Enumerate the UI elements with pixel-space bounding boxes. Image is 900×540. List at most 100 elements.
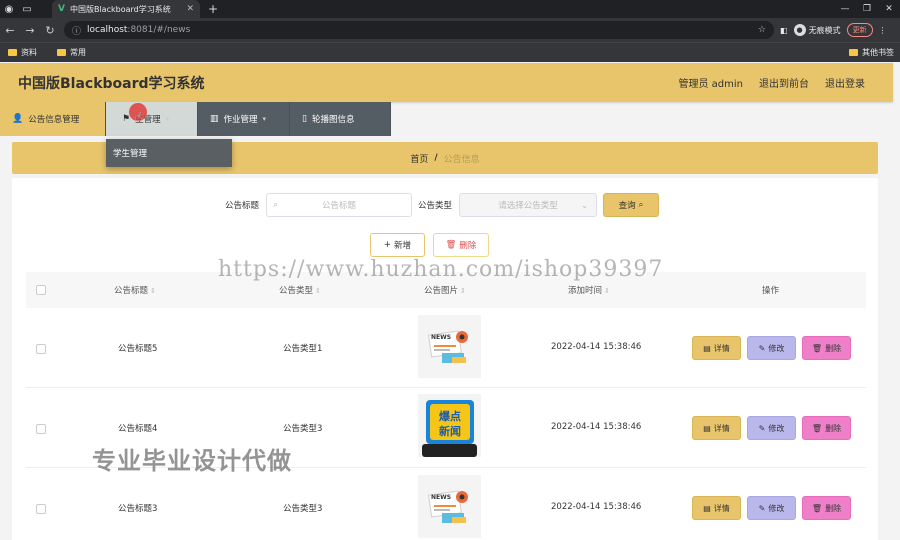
select-all-checkbox[interactable] — [36, 285, 46, 295]
dropdown-item-student-manage[interactable]: 学生管理 — [106, 139, 232, 167]
tab-list-icon[interactable]: ▭ — [18, 0, 36, 18]
news-thumbnail: NEWS — [418, 475, 481, 538]
title-filter-label: 公告标题 — [225, 201, 260, 211]
breadcrumb-home[interactable]: 首页 — [410, 152, 428, 165]
app-title: 中国版Blackboard学习系统 — [18, 75, 205, 92]
type-select-placeholder: 请选择公告类型 — [498, 201, 558, 211]
bookmark-star-icon[interactable]: ☆ — [758, 25, 766, 35]
delete-button[interactable]: 🗑 删除 — [802, 416, 851, 440]
address-bar[interactable]: ⓘ localhost:8081/#/news ☆ — [64, 21, 774, 39]
type-select[interactable]: 请选择公告类型 ⌄ — [459, 193, 597, 217]
news-thumbnail: NEWS — [418, 315, 481, 378]
exit-to-front-link[interactable]: 退出到前台 — [759, 75, 809, 90]
delete-button[interactable]: 🗑 删除 — [802, 336, 851, 360]
browser-toolbar: ← → ↻ ⓘ localhost:8081/#/news ☆ ◧ ● 无痕模式… — [0, 18, 900, 42]
edit-button[interactable]: ✎ 修改 — [747, 336, 796, 360]
new-tab-icon[interactable]: + — [208, 0, 218, 18]
user-icon: 👤 — [12, 114, 24, 124]
sort-icon: ⇕ — [460, 287, 466, 295]
doc-icon: ▤ — [703, 423, 711, 433]
other-bookmarks[interactable]: 其他书签 — [849, 47, 894, 58]
news-clip-image: NEWS — [418, 475, 481, 538]
hand-cursor-icon: ☝ — [135, 110, 143, 124]
back-icon[interactable]: ← — [0, 24, 20, 37]
nav-item-carousel[interactable]: ▯ 轮播图信息 — [290, 102, 391, 136]
nav-item-student[interactable]: ⚑ 生管理 ▾ ☝ — [106, 102, 198, 136]
row-checkbox[interactable] — [36, 504, 46, 514]
content-panel: 公告标题 ⌕ 公告标题 公告类型 请选择公告类型 ⌄ 查询 ⌕ + 新增 🗑 删… — [12, 178, 878, 540]
maximize-icon[interactable]: ❐ — [856, 0, 878, 18]
chevron-down-icon: ⌄ — [581, 200, 588, 210]
incognito-label: 无痕模式 — [808, 25, 841, 35]
col-image[interactable]: 公告图片 ⇕ — [424, 284, 466, 296]
col-ops: 操作 — [762, 286, 780, 296]
incognito-indicator[interactable]: ● 无痕模式 — [793, 24, 841, 36]
folder-icon — [57, 49, 66, 56]
pencil-icon: ✎ — [758, 343, 766, 353]
site-info-icon[interactable]: ⓘ — [72, 24, 81, 37]
update-button[interactable]: 更新 — [846, 23, 873, 37]
delete-button[interactable]: 🗑 删除 — [802, 496, 851, 520]
query-button[interactable]: 查询 ⌕ — [603, 193, 659, 217]
search-form: 公告标题 ⌕ 公告标题 公告类型 请选择公告类型 ⌄ 查询 ⌕ — [12, 193, 878, 217]
browser-tabbar: ◉ ▭ V 中国版Blackboard学习系统 ✕ + — ❐ ✕ — [0, 0, 900, 18]
row-title: 公告标题3 — [118, 504, 158, 514]
main-nav: 👤 公告信息管理 ⚑ 生管理 ▾ ☝ ▥ 作业管理 ▾ ▯ 轮播图信息 — [0, 102, 391, 136]
detail-button[interactable]: ▤ 详情 — [692, 336, 741, 360]
title-search-input[interactable]: ⌕ 公告标题 — [266, 193, 412, 217]
nav-item-homework[interactable]: ▥ 作业管理 ▾ — [198, 102, 290, 136]
table-row: 公告标题5 公告类型1 NEWS 2022-04-14 15:38:46 ▤ 详情… — [26, 308, 866, 388]
doc-icon: ▤ — [703, 343, 711, 353]
current-user: 管理员 admin — [678, 79, 743, 90]
row-type: 公告类型1 — [283, 344, 323, 354]
row-title: 公告标题5 — [118, 344, 158, 354]
watermark-url: https://www.huzhan.com/ishop39397 — [218, 257, 664, 282]
chevron-down-icon: ▾ — [165, 115, 170, 123]
forward-icon[interactable]: → — [20, 24, 40, 37]
bookmark-folder-2[interactable]: 常用 — [57, 47, 86, 58]
browser-globe-icon[interactable]: ◉ — [0, 0, 18, 18]
search-icon: ⌕ — [638, 200, 644, 210]
svg-text:新闻: 新闻 — [439, 424, 461, 438]
bookmark-folder-1[interactable]: 资料 — [8, 47, 37, 58]
folder-icon — [8, 49, 17, 56]
close-window-icon[interactable]: ✕ — [878, 0, 900, 18]
minimize-icon[interactable]: — — [834, 0, 856, 18]
row-checkbox[interactable] — [36, 424, 46, 434]
svg-text:NEWS: NEWS — [431, 494, 451, 501]
edit-button[interactable]: ✎ 修改 — [747, 416, 796, 440]
window-controls: — ❐ ✕ — [834, 0, 900, 18]
sort-icon: ⇕ — [150, 287, 156, 295]
vue-logo-icon: V — [58, 4, 65, 14]
trash-icon: 🗑 — [811, 343, 823, 353]
chart-icon: ▥ — [210, 114, 219, 124]
folder-icon — [849, 49, 858, 56]
row-type: 公告类型3 — [283, 424, 323, 434]
close-tab-icon[interactable]: ✕ — [186, 4, 194, 14]
col-type[interactable]: 公告类型 ⇕ — [279, 284, 321, 296]
detail-button[interactable]: ▤ 详情 — [692, 416, 741, 440]
sort-icon: ⇕ — [315, 287, 321, 295]
title-search-placeholder: 公告标题 — [321, 201, 356, 211]
toolbar-right: ◧ ● 无痕模式 更新 ⋮ — [780, 21, 887, 39]
col-title[interactable]: 公告标题 ⇕ — [114, 284, 156, 296]
edit-button[interactable]: ✎ 修改 — [747, 496, 796, 520]
trash-icon: 🗑 — [811, 503, 823, 513]
sort-icon: ⇕ — [604, 287, 610, 295]
table-row: 公告标题3 公告类型3 NEWS 2022-04-14 15:38:46 ▤ 详情… — [26, 468, 866, 540]
sidepanel-icon[interactable]: ◧ — [780, 26, 788, 35]
nav-item-notice[interactable]: 👤 公告信息管理 — [0, 102, 106, 136]
breadcrumb-current: 公告信息 — [443, 154, 480, 165]
batch-delete-button[interactable]: 🗑 删除 — [433, 233, 489, 257]
svg-text:NEWS: NEWS — [431, 334, 451, 341]
detail-button[interactable]: ▤ 详情 — [692, 496, 741, 520]
reload-icon[interactable]: ↻ — [40, 24, 60, 37]
pencil-icon: ✎ — [758, 423, 766, 433]
browser-tab[interactable]: V 中国版Blackboard学习系统 ✕ — [52, 0, 200, 18]
search-icon: ⌕ — [273, 200, 279, 210]
logout-link[interactable]: 退出登录 — [825, 75, 865, 90]
add-button[interactable]: + 新增 — [370, 233, 425, 257]
menu-dots-icon[interactable]: ⋮ — [879, 26, 887, 35]
row-checkbox[interactable] — [36, 344, 46, 354]
col-time[interactable]: 添加时间 ⇕ — [568, 284, 610, 296]
